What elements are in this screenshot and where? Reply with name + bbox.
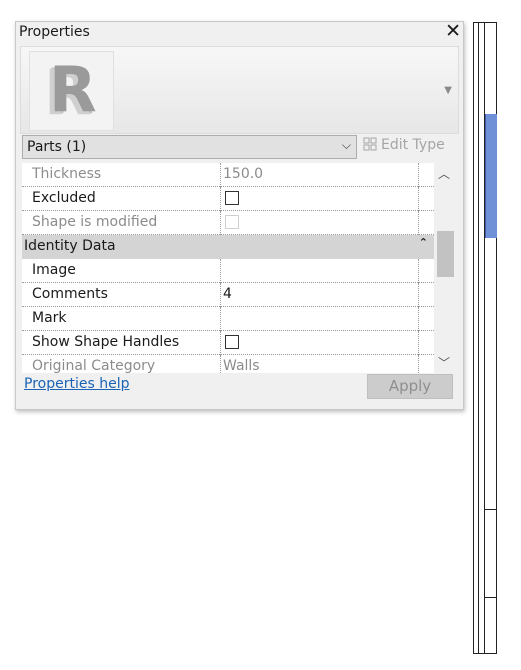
property-name: Mark <box>32 310 67 326</box>
property-row-mark[interactable]: Mark <box>22 307 434 331</box>
scroll-thumb-blue[interactable] <box>485 114 497 238</box>
property-name: Show Shape Handles <box>32 334 180 350</box>
strip-line <box>473 653 497 654</box>
edit-type-button[interactable]: Edit Type <box>363 137 445 153</box>
group-header-identity-data[interactable]: Identity Data ⌃ <box>22 235 434 259</box>
chevron-up-icon[interactable]: ︿ <box>438 165 450 182</box>
chevron-down-icon: ⌵ <box>341 138 351 152</box>
property-row-excluded: Excluded <box>22 187 434 211</box>
property-row-thickness: Thickness 150.0 <box>22 163 434 187</box>
property-value: Walls <box>223 358 260 373</box>
property-row-image[interactable]: Image <box>22 259 434 283</box>
property-value: 150.0 <box>223 166 264 182</box>
strip-tick <box>484 597 496 598</box>
excluded-checkbox[interactable] <box>225 191 239 205</box>
comments-value[interactable]: 4 <box>223 286 232 302</box>
shape-modified-checkbox <box>225 215 239 229</box>
property-row-show-shape-handles: Show Shape Handles <box>22 331 434 355</box>
property-name: Thickness <box>32 166 102 182</box>
type-image: R <box>29 51 114 131</box>
group-name: Identity Data <box>24 238 116 254</box>
chevron-down-icon[interactable]: ﹀ <box>438 354 450 371</box>
close-icon[interactable]: ✕ <box>445 20 461 42</box>
chevron-up-double-icon[interactable]: ⌃ <box>419 236 428 249</box>
properties-palette: Properties ✕ R ▼ Parts (1) ⌵ Edit Type T… <box>15 20 464 410</box>
palette-title: Properties <box>19 24 90 40</box>
type-selector-value: Parts (1) <box>27 139 87 155</box>
edit-type-label: Edit Type <box>381 137 445 153</box>
properties-help-link[interactable]: Properties help <box>24 376 129 392</box>
properties-grid: Thickness 150.0 Excluded Shape is modifi… <box>22 163 454 373</box>
property-row-comments[interactable]: Comments 4 <box>22 283 434 307</box>
property-row-original-category: Original Category Walls <box>22 355 434 373</box>
strip-line <box>478 22 479 654</box>
type-selector[interactable]: Parts (1) ⌵ <box>22 135 357 159</box>
strip-tick <box>484 509 496 510</box>
grid-scrollbar[interactable]: ︿ ﹀ <box>434 163 454 373</box>
property-name: Original Category <box>32 358 156 373</box>
property-name: Shape is modified <box>32 214 158 230</box>
show-shape-handles-checkbox[interactable] <box>225 335 239 349</box>
revit-logo-icon: R <box>49 53 97 126</box>
apply-button[interactable]: Apply <box>367 374 453 399</box>
type-preview: R ▼ <box>20 46 459 134</box>
strip-line <box>473 22 497 23</box>
property-name: Comments <box>32 286 108 302</box>
dropdown-arrow-icon[interactable]: ▼ <box>444 85 452 96</box>
property-row-shape-modified: Shape is modified <box>22 211 434 235</box>
edit-type-icon <box>363 137 377 151</box>
strip-line <box>473 22 474 654</box>
scrollbar-thumb[interactable] <box>437 231 454 277</box>
property-name: Excluded <box>32 190 96 206</box>
property-name: Image <box>32 262 76 278</box>
